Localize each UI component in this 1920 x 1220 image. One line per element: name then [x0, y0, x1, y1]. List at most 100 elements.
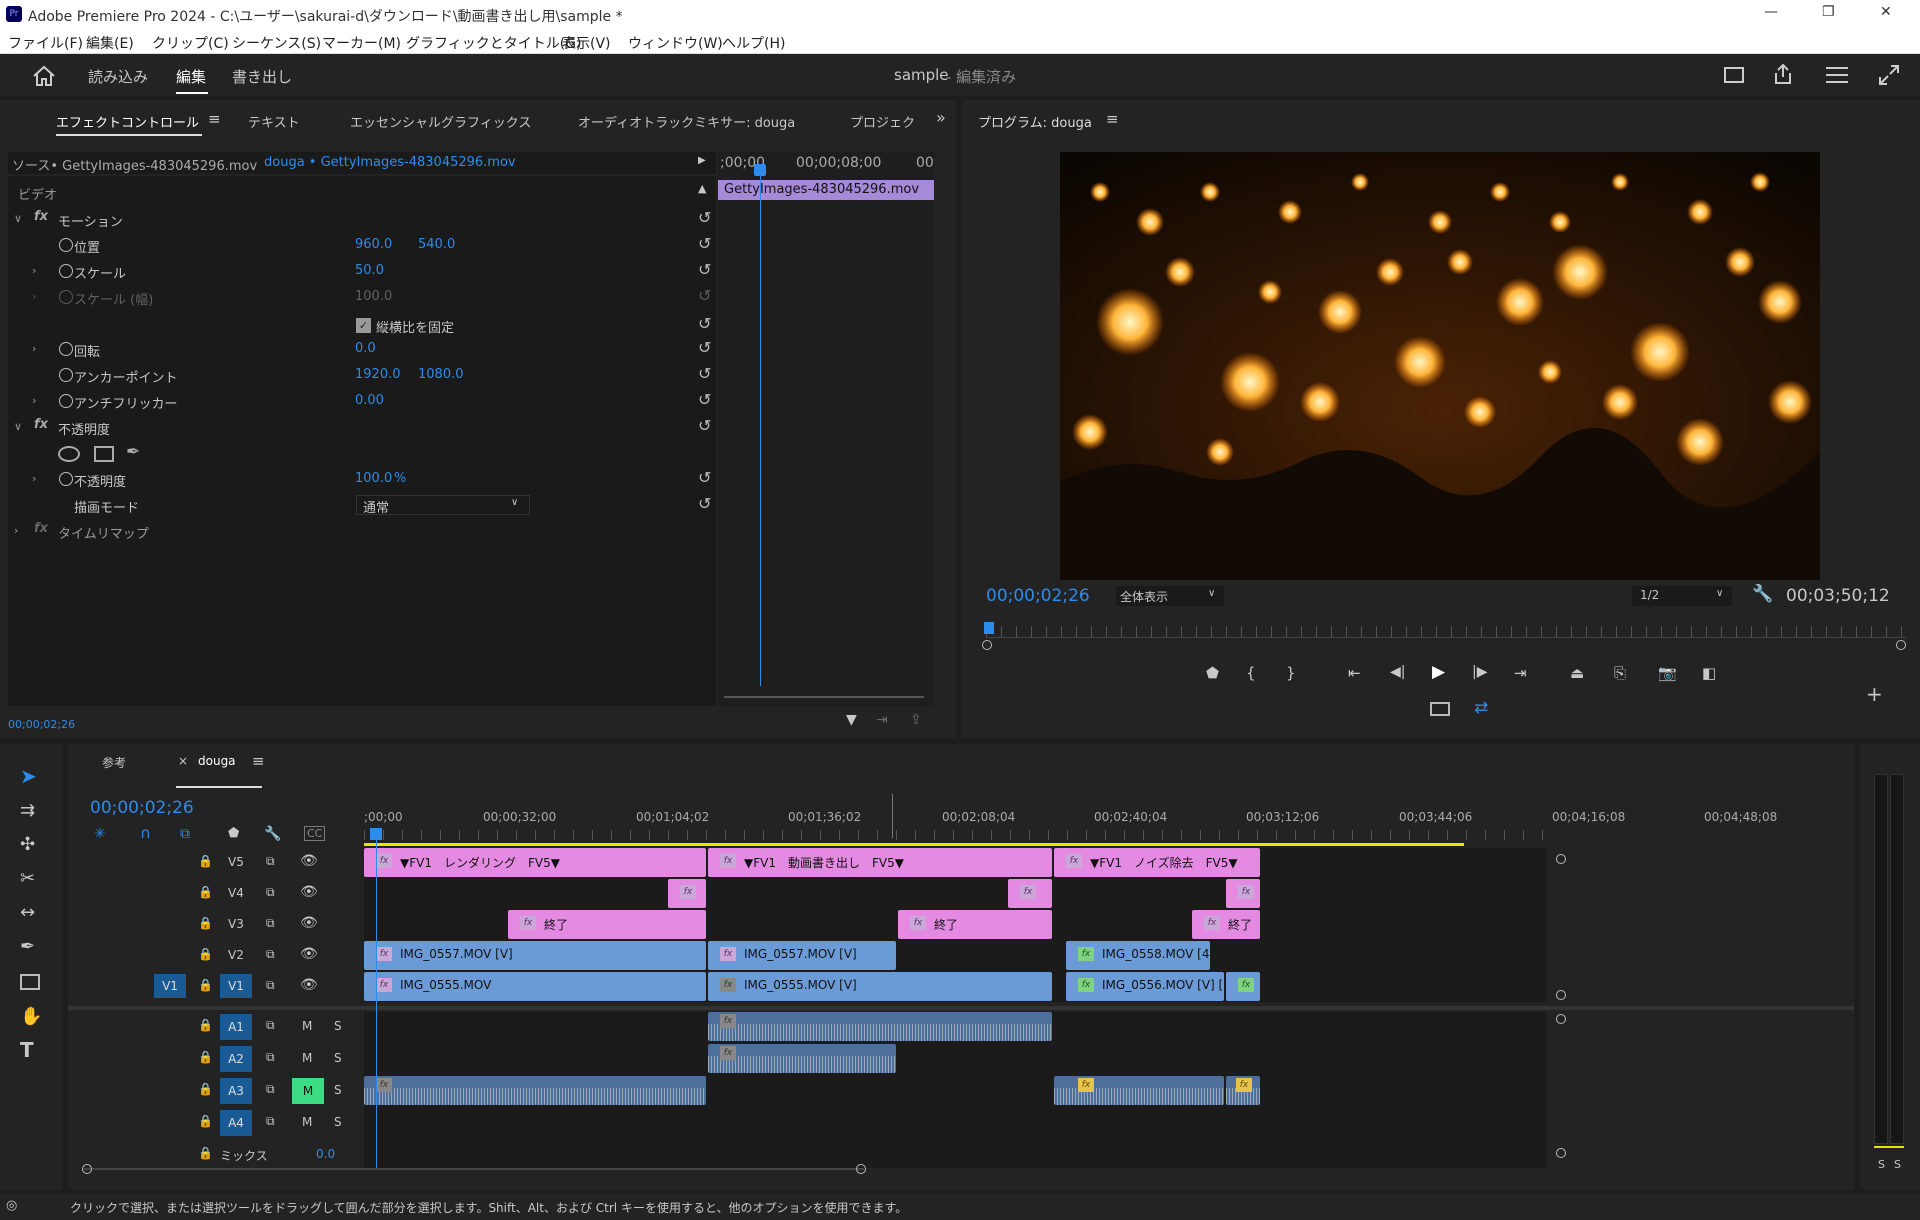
panel-menu-icon[interactable]: ≡ — [1106, 110, 1119, 128]
track-target-a4[interactable]: A4 — [220, 1110, 252, 1136]
menu-help[interactable]: ヘルプ(H) — [722, 33, 785, 53]
reset-icon[interactable]: ↺ — [698, 260, 711, 279]
meter-solo-left[interactable]: S — [1878, 1158, 1885, 1171]
a-scroll-handle[interactable] — [1556, 1014, 1566, 1024]
settings-wrench-icon[interactable]: 🔧 — [264, 826, 281, 842]
track-target-v1[interactable]: V1 — [220, 974, 252, 998]
uniform-scale-checkbox[interactable]: ✓ — [356, 318, 371, 333]
a-scroll-handle[interactable] — [1556, 1148, 1566, 1158]
timeline-clip[interactable]: fx IMG_0557.MOV [V] — [364, 941, 706, 970]
home-icon[interactable] — [32, 65, 56, 87]
h-scroll-right[interactable] — [856, 1164, 866, 1174]
track-select-icon[interactable]: ⇉ — [20, 800, 35, 821]
timeline-clip[interactable]: fx 終了 — [1192, 910, 1260, 939]
video-frame[interactable] — [1060, 152, 1820, 580]
tab-audio-mixer[interactable]: オーディオトラックミキサー: douga — [578, 112, 795, 131]
source-patch-v1[interactable]: V1 — [154, 974, 186, 998]
share-icon[interactable] — [1772, 63, 1794, 85]
menu-view[interactable]: 表示(V) — [562, 33, 611, 53]
timeline-clip[interactable]: fx IMG_0556.MOV [V] [399. — [1066, 972, 1224, 1001]
ripple-edit-icon[interactable]: ✣ — [20, 834, 35, 855]
position-y[interactable]: 540.0 — [418, 237, 455, 252]
mix-value[interactable]: 0.0 — [316, 1147, 335, 1161]
step-forward-icon[interactable]: |▶ — [1472, 664, 1487, 680]
comparison-view-icon[interactable]: ◧ — [1702, 664, 1716, 682]
restore-button[interactable]: ❐ — [1822, 4, 1835, 20]
sync-lock-icon[interactable]: ⧉ — [266, 1018, 275, 1033]
close-button[interactable]: ✕ — [1880, 4, 1892, 20]
slip-icon[interactable]: ↔ — [20, 902, 35, 923]
reset-icon[interactable]: ↺ — [698, 208, 711, 227]
sync-lock-icon[interactable]: ⧉ — [266, 885, 275, 900]
more-panels-icon[interactable]: » — [936, 108, 946, 127]
tab-project[interactable]: プロジェク — [850, 112, 915, 131]
timeline-timecode[interactable]: 00;00;02;26 — [90, 798, 194, 818]
tab-import[interactable]: 読み込み — [88, 66, 148, 87]
timeline-clip[interactable]: fx — [1226, 972, 1260, 1001]
lock-icon[interactable]: 🔒 — [198, 1018, 213, 1032]
snap-icon[interactable]: ∩ — [140, 824, 151, 842]
tab-reference[interactable]: 参考 — [102, 754, 126, 771]
type-tool-icon[interactable]: T — [20, 1038, 34, 1062]
hand-tool-icon[interactable]: ✋ — [20, 1006, 42, 1027]
menu-window[interactable]: ウィンドウ(W) — [628, 33, 723, 53]
lock-icon[interactable]: 🔒 — [198, 1082, 213, 1096]
source-label[interactable]: ソース• GettyImages-483045296.mov — [12, 155, 257, 174]
mini-scrollbar[interactable] — [724, 696, 924, 698]
zoom-handle-right[interactable] — [1896, 640, 1906, 650]
work-area-bar[interactable] — [364, 843, 1464, 846]
program-playhead[interactable] — [984, 622, 994, 634]
go-to-out-icon[interactable]: ⇥ — [1514, 664, 1527, 682]
scale-value[interactable]: 50.0 — [355, 263, 384, 278]
mute-button-active[interactable]: M — [292, 1078, 324, 1104]
menu-edit[interactable]: 編集(E) — [86, 33, 134, 53]
reset-icon[interactable]: ↺ — [698, 364, 711, 383]
h-scrollbar[interactable] — [84, 1168, 864, 1170]
timeline-clip[interactable]: fx ▼FV1 ノイズ除去 FV5▼ — [1054, 848, 1260, 877]
reset-icon[interactable]: ↺ — [698, 416, 711, 435]
timeline-clip[interactable]: fx IMG_0558.MOV [4 — [1066, 941, 1210, 970]
flicker-value[interactable]: 0.00 — [355, 393, 384, 408]
razor-icon[interactable]: ✂ — [20, 868, 35, 889]
mini-playhead[interactable] — [760, 166, 761, 686]
stopwatch-icon[interactable] — [59, 264, 73, 278]
solo-button[interactable]: S — [334, 1019, 342, 1033]
fx-badge-icon[interactable]: fx — [34, 417, 48, 432]
eye-icon[interactable]: 👁 — [300, 977, 318, 993]
panel-menu-icon[interactable]: ≡ — [252, 752, 265, 770]
lock-icon[interactable]: 🔒 — [198, 854, 213, 868]
add-marker-icon[interactable]: ⬟ — [228, 826, 239, 841]
twirl-closed-icon[interactable]: › — [32, 472, 36, 485]
audio-clip[interactable]: fx — [708, 1012, 1052, 1041]
proxy-toggle-icon[interactable]: ⇄ — [1474, 698, 1488, 718]
twirl-open-icon[interactable]: ∨ — [14, 420, 22, 433]
eye-icon[interactable]: 👁 — [300, 946, 318, 962]
audio-clip[interactable]: fx — [708, 1044, 896, 1073]
timeline-clip[interactable]: fx 終了 — [898, 910, 1052, 939]
lock-icon[interactable]: 🔒 — [198, 947, 213, 961]
v-scroll-handle[interactable] — [1556, 854, 1566, 864]
track-target-a1[interactable]: A1 — [220, 1014, 252, 1040]
timeline-clip[interactable]: fx 終了 — [508, 910, 706, 939]
rectangle-mask-icon[interactable] — [94, 446, 114, 462]
go-to-in-icon[interactable]: ⇤ — [1348, 664, 1361, 682]
step-back-icon[interactable]: ◀| — [1390, 664, 1405, 680]
mark-in-icon[interactable]: { — [1246, 664, 1256, 682]
lock-icon[interactable]: 🔒 — [198, 1146, 213, 1160]
quick-export-icon[interactable] — [1724, 67, 1744, 83]
tab-export[interactable]: 書き出し — [232, 66, 292, 87]
sync-lock-icon[interactable]: ⧉ — [266, 854, 275, 869]
opacity-value[interactable]: 100.0 — [355, 471, 392, 486]
collapse-icon[interactable]: ▲ — [698, 182, 706, 195]
button-editor-icon[interactable]: + — [1866, 682, 1883, 706]
sync-lock-icon[interactable]: ⧉ — [266, 916, 275, 931]
menu-graphics[interactable]: グラフィックとタイトル(G) — [406, 33, 582, 53]
reset-icon[interactable]: ↺ — [698, 338, 711, 357]
play-icon[interactable]: ▶ — [1432, 662, 1445, 682]
rectangle-tool-icon[interactable] — [20, 974, 40, 990]
timeline-clip[interactable]: fx IMG_0555.MOV — [364, 972, 706, 1001]
ripple-icon[interactable]: ⇥ — [876, 712, 888, 728]
meter-solo-right[interactable]: S — [1894, 1158, 1901, 1171]
opacity-header-row[interactable]: ∨ fx 不透明度 ↺ — [8, 414, 716, 440]
fit-dropdown[interactable]: 全体表示 ∨ — [1116, 586, 1224, 606]
